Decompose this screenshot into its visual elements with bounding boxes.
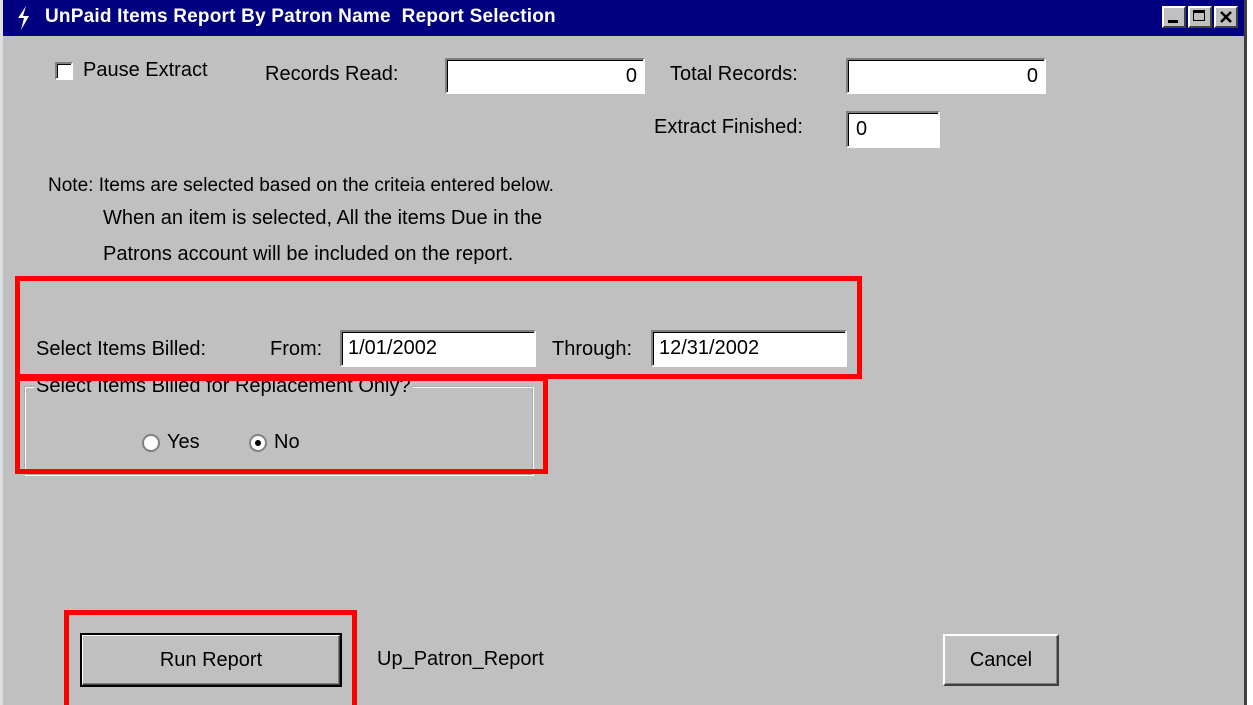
records-read-label: Records Read:	[265, 63, 399, 85]
extract-finished-field[interactable]: 0	[846, 111, 940, 148]
run-report-button[interactable]: Run Report	[80, 633, 342, 687]
window-title: UnPaid Items Report By Patron Name Repor…	[45, 6, 556, 27]
extract-finished-label: Extract Finished:	[654, 116, 803, 138]
pause-extract-checkbox[interactable]	[55, 62, 73, 80]
through-date-field[interactable]: 12/31/2002	[651, 330, 847, 367]
records-read-field[interactable]: 0	[445, 58, 645, 94]
from-date-field[interactable]: 1/01/2002	[340, 330, 536, 367]
cancel-button-label: Cancel	[969, 648, 1033, 671]
report-selection-window: UnPaid Items Report By Patron Name Repor…	[0, 0, 1247, 705]
maximize-button[interactable]	[1188, 6, 1212, 28]
title-bar[interactable]: UnPaid Items Report By Patron Name Repor…	[3, 0, 1244, 38]
replacement-yes-label: Yes	[167, 431, 200, 453]
total-records-field[interactable]: 0	[846, 58, 1046, 94]
close-icon	[1220, 11, 1232, 23]
radio-selected-dot	[255, 440, 261, 446]
replacement-yes-radio[interactable]	[142, 434, 160, 452]
maximize-icon	[1193, 10, 1205, 21]
app-icon	[18, 6, 29, 30]
replacement-no-radio[interactable]	[249, 434, 267, 452]
pause-extract-label: Pause Extract	[83, 59, 208, 81]
note-line-1: Note: Items are selected based on the cr…	[48, 175, 554, 196]
note-line-3: Patrons account will be included on the …	[103, 243, 514, 265]
report-name-label: Up_Patron_Report	[377, 648, 544, 670]
minimize-icon	[1168, 20, 1178, 23]
minimize-button[interactable]	[1162, 6, 1186, 28]
close-button[interactable]	[1214, 6, 1238, 28]
note-line-2: When an item is selected, All the items …	[103, 207, 543, 229]
title-bar-buttons	[1162, 6, 1238, 28]
run-report-button-label: Run Report	[159, 648, 263, 671]
through-label: Through:	[552, 338, 633, 360]
from-label: From:	[270, 338, 323, 360]
select-items-billed-label: Select Items Billed:	[36, 338, 207, 360]
replacement-only-group-label: Select Items Billed for Replacement Only…	[34, 375, 413, 398]
cancel-button[interactable]: Cancel	[943, 634, 1059, 686]
replacement-no-label: No	[274, 431, 300, 453]
total-records-label: Total Records:	[670, 63, 798, 85]
